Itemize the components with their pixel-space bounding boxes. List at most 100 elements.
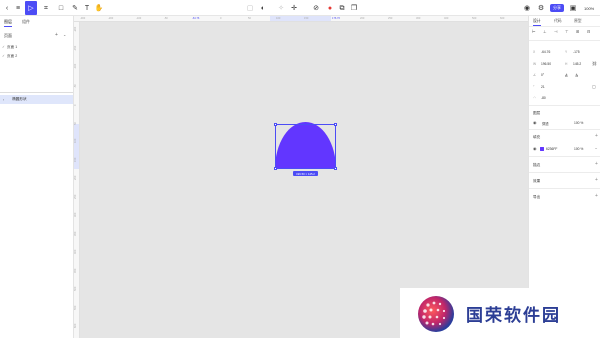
layer-row[interactable]: › 椭圆形状 (0, 95, 73, 104)
eye-icon[interactable]: ◉ (533, 120, 537, 125)
tab-layers[interactable]: 图层 (4, 19, 12, 27)
w-field[interactable]: 196.50 (541, 62, 551, 66)
ruler-tick-label: 400 (74, 249, 77, 254)
lock-ratio-icon[interactable]: ⛓ (592, 61, 597, 66)
y-field[interactable]: -175 (573, 50, 580, 54)
divider (529, 129, 600, 130)
x-field[interactable]: -64.76 (541, 50, 550, 54)
divider (529, 188, 600, 189)
add-page-icon[interactable]: + (55, 32, 58, 38)
boolean-icon[interactable]: ▢ (245, 3, 255, 13)
back-icon[interactable]: ‹ (2, 3, 12, 13)
tab-design[interactable]: 设计 (533, 19, 541, 26)
hand-tool-icon[interactable]: ✋ (94, 3, 104, 13)
save-icon[interactable]: ▣ (568, 3, 578, 13)
chevron-down-icon[interactable]: ⌄ (63, 32, 66, 37)
eye-icon[interactable]: ◉ (533, 146, 537, 151)
rectangle-tool-icon[interactable]: □ (56, 3, 66, 13)
ruler-tick-label: -200 (74, 26, 77, 32)
layers-icon[interactable]: ❐ (349, 3, 359, 13)
layer-opacity-field[interactable]: 100 % (574, 121, 583, 125)
component-icon[interactable]: ✧ (276, 3, 286, 13)
size-label: 196.50 × 145.2 (293, 171, 318, 176)
ruler-tick-label: -200 (108, 17, 114, 20)
left-panel: 图层 组件 页面 + ⌄ ✓ 页面 1 ✓ 页面 2 › 椭圆形状 (0, 16, 74, 338)
ruler-tick-label: 500 (74, 286, 77, 291)
ruler-tick-label: 250 (388, 17, 393, 20)
fill-swatch[interactable] (540, 147, 544, 151)
crosshair-icon[interactable]: ✛ (289, 3, 299, 13)
corner-icon[interactable]: ▢ (592, 84, 596, 89)
ruler-tick-label: 150 (304, 17, 309, 20)
ruler-tick-label: 600 (74, 323, 77, 328)
remove-fill-icon[interactable]: − (595, 146, 597, 151)
ruler-tick-label: 450 (74, 268, 77, 273)
divider (0, 92, 73, 93)
ruler-tick-label: 300 (416, 17, 421, 20)
pages-heading: 页面 (4, 33, 12, 38)
page-item[interactable]: ✓ 页面 1 (2, 45, 17, 50)
page-item[interactable]: ✓ 页面 2 (2, 54, 17, 59)
blend-mode-select[interactable]: 穿透 (542, 121, 549, 126)
fill-hex-field[interactable]: 6236FF (546, 147, 557, 151)
top-toolbar: ‹ ≡ ▷ ⌗ □ ✎ T ✋ ▢ ◐ ✧ ✛ ⊘ ● ⧉ ❐ ◉ ⚙ 分享 ▣… (0, 0, 600, 16)
ruler-tick-label: -50 (74, 83, 77, 88)
ruler-tick-label: -50 (164, 17, 168, 20)
add-fill-icon[interactable]: + (595, 133, 598, 139)
zoom-level[interactable]: 100% (584, 6, 594, 11)
menu-icon[interactable]: ≡ (13, 3, 23, 13)
rotation-field[interactable]: 0° (541, 73, 544, 77)
mask-icon[interactable]: ◐ (258, 3, 268, 13)
ruler-tick-label: 300 (74, 212, 77, 217)
ruler-tick-label: 200 (360, 17, 365, 20)
resize-handle[interactable] (334, 123, 337, 126)
ruler-tick-label: 50 (248, 17, 251, 20)
move-tool-icon[interactable]: ▷ (25, 1, 37, 15)
fill-opacity-field[interactable]: 100 % (574, 147, 583, 151)
flip-horizontal-icon[interactable]: ◭ (565, 72, 568, 77)
x-label: X (533, 50, 536, 54)
align-middle-icon[interactable]: ⊞ (576, 29, 579, 34)
resize-handle[interactable] (274, 167, 277, 170)
share-button[interactable]: 分享 (550, 4, 564, 12)
ruler-tick-label: -100 (74, 63, 77, 69)
check-icon: ✓ (2, 45, 6, 49)
align-right-icon[interactable]: ⊣ (554, 29, 557, 34)
ruler-tick-label: -300 (80, 17, 86, 20)
tab-code[interactable]: 代码 (554, 19, 562, 24)
ruler-tick-label: 550 (74, 305, 77, 310)
divider (529, 40, 600, 41)
play-icon[interactable]: ◉ (522, 3, 532, 13)
align-bottom-icon[interactable]: ⊟ (587, 29, 590, 34)
resize-handle[interactable] (334, 167, 337, 170)
add-stroke-icon[interactable]: + (595, 161, 598, 167)
tab-components[interactable]: 组件 (22, 19, 30, 25)
resize-handle[interactable] (274, 123, 277, 126)
ruler-tick-label: 400 (444, 17, 449, 20)
link-icon[interactable]: ⊘ (311, 3, 321, 13)
align-center-icon[interactable]: ⊥ (543, 29, 546, 34)
align-top-icon[interactable]: ⊤ (565, 29, 568, 34)
tab-prototype[interactable]: 原型 (574, 19, 582, 24)
pen-tool-icon[interactable]: ✎ (70, 3, 80, 13)
h-field[interactable]: 145.2 (573, 62, 581, 66)
fill-color-icon[interactable]: ● (325, 3, 335, 13)
flip-vertical-icon[interactable]: ◮ (575, 72, 578, 77)
radius-field[interactable]: 21 (541, 85, 545, 89)
settings-icon[interactable]: ⚙ (536, 3, 546, 13)
w-label: W (533, 62, 537, 66)
ruler-tick-label: -150 (74, 45, 77, 51)
add-export-icon[interactable]: + (595, 193, 598, 199)
ruler-tick-label: 50 (74, 121, 77, 125)
check-icon: ✓ (2, 54, 6, 58)
text-tool-icon[interactable]: T (82, 3, 92, 13)
arc-field[interactable]: -80 (541, 96, 546, 100)
align-left-icon[interactable]: ⊢ (532, 29, 535, 34)
layer-section-title: 图层 (533, 111, 541, 115)
watermark: 国荣软件园 (400, 288, 600, 338)
duplicate-icon[interactable]: ⧉ (337, 3, 347, 13)
add-effect-icon[interactable]: + (595, 177, 598, 183)
frame-tool-icon[interactable]: ⌗ (41, 3, 51, 13)
chevron-right-icon[interactable]: › (3, 98, 4, 102)
selection-box[interactable] (274, 123, 337, 170)
